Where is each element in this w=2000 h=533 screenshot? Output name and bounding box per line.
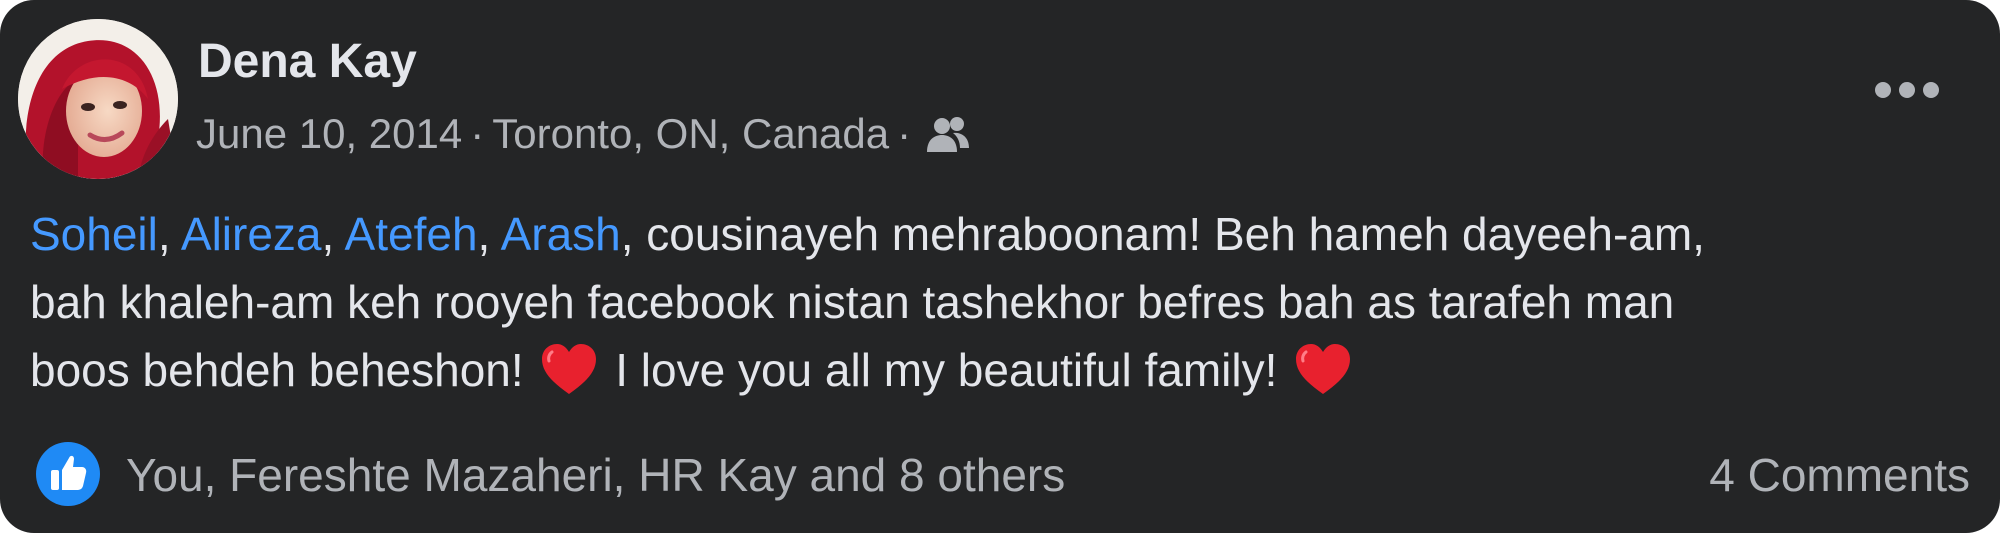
author-avatar[interactable] xyxy=(18,19,178,179)
post-footer: You, Fereshte Mazaheri, HR Kay and 8 oth… xyxy=(0,430,2000,524)
like-icon[interactable] xyxy=(36,442,100,506)
text-comma: , xyxy=(477,208,491,260)
meta-separator: · xyxy=(470,110,485,157)
post-text-line: boos behdeh beheshon! I love you all my … xyxy=(30,336,1970,404)
post-text: Soheil, Alireza, Atefeh, Arash, cousinay… xyxy=(30,200,1970,404)
mention-soheil[interactable]: Soheil xyxy=(30,208,158,260)
post-text-line: bah khaleh-am keh rooyeh facebook nistan… xyxy=(30,276,1675,328)
text-comma: , xyxy=(157,208,171,260)
text-comma: , xyxy=(321,208,335,260)
comments-count[interactable]: 4 Comments xyxy=(1709,448,1970,502)
friends-icon[interactable] xyxy=(925,115,971,153)
post-meta: June 10, 2014 · Toronto, ON, Canada · xyxy=(196,106,971,162)
post-text-segment: I love you all my beautiful family! xyxy=(615,344,1278,396)
reactions-summary[interactable]: You, Fereshte Mazaheri, HR Kay and 8 oth… xyxy=(126,448,1065,502)
mention-atefeh[interactable]: Atefeh xyxy=(345,208,478,260)
mention-arash[interactable]: Arash xyxy=(501,208,621,260)
post-location[interactable]: Toronto, ON, Canada xyxy=(492,110,889,158)
more-options-icon xyxy=(1875,82,1939,98)
post-date[interactable]: June 10, 2014 xyxy=(196,110,462,158)
post-text-segment: , cousinayeh mehraboonam! Beh hameh daye… xyxy=(620,208,1705,260)
post-card: Dena Kay June 10, 2014 · Toronto, ON, Ca… xyxy=(0,0,2000,533)
red-heart-icon xyxy=(540,342,598,396)
post-text-segment: boos behdeh beheshon! xyxy=(30,344,524,396)
more-options-button[interactable] xyxy=(1870,70,1944,110)
profile-photo-avatar xyxy=(18,19,178,179)
author-name[interactable]: Dena Kay xyxy=(198,34,417,89)
mention-alireza[interactable]: Alireza xyxy=(181,208,322,260)
post-text-line: Soheil, Alireza, Atefeh, Arash, cousinay… xyxy=(30,200,1970,268)
red-heart-icon xyxy=(1294,342,1352,396)
meta-separator: · xyxy=(897,110,912,157)
